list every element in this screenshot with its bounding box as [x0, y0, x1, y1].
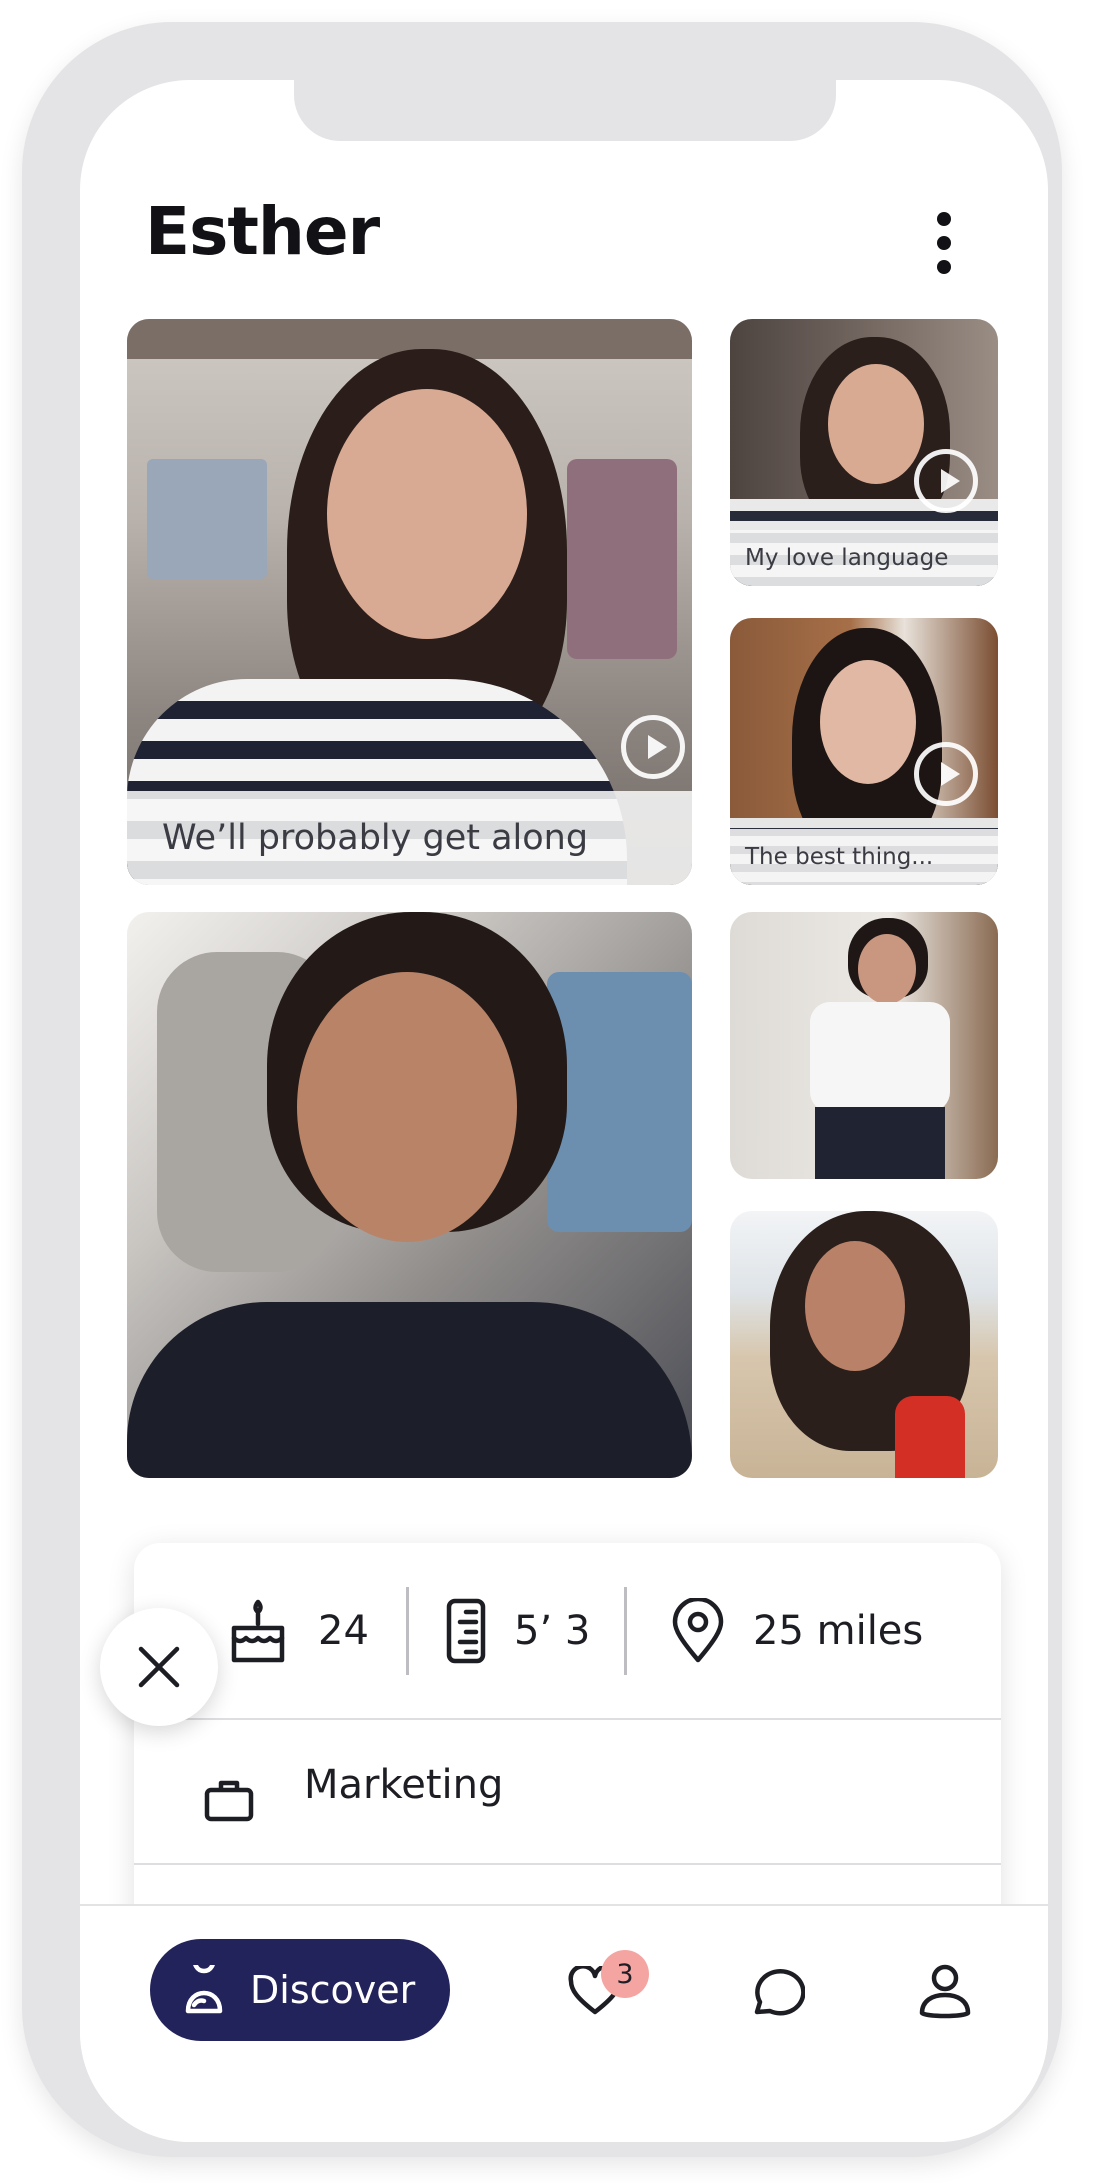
distance-value: 25 miles	[753, 1607, 924, 1654]
video-tile-love-language[interactable]: My love language	[730, 319, 998, 586]
profile-info-card: 24 5’ 3 25 miles Marketing	[134, 1543, 1001, 1963]
caption-bar: My love language	[730, 530, 998, 586]
briefcase-icon	[204, 1780, 254, 1822]
play-icon[interactable]	[914, 449, 978, 513]
photo-tile-tshirt[interactable]	[730, 912, 998, 1179]
dark-sweater	[127, 1302, 692, 1478]
profile-photo	[127, 912, 692, 1478]
phone-frame: Esther We’ll probably get along My love …	[22, 22, 1062, 2157]
video-caption: My love language	[745, 545, 949, 571]
age-stat: 24	[226, 1543, 369, 1718]
figures-decor	[567, 459, 677, 659]
height-stat: 5’ 3	[446, 1543, 590, 1718]
play-icon[interactable]	[914, 742, 978, 806]
caption-bar: The best thing...	[730, 829, 998, 885]
location-pin-icon	[672, 1597, 724, 1662]
likes-tab[interactable]: 3	[550, 1946, 649, 2036]
bottom-nav: Discover 3	[80, 1904, 1048, 2142]
stats-row: 24 5’ 3 25 miles	[134, 1543, 1001, 1718]
video-tile-best-thing[interactable]: The best thing...	[730, 618, 998, 885]
red-top	[895, 1396, 965, 1478]
photo-tile-car[interactable]	[127, 912, 692, 1478]
discover-label: Discover	[250, 1968, 416, 2012]
job-title: Marketing	[304, 1762, 504, 1808]
video-caption: The best thing...	[745, 844, 934, 870]
more-options-button[interactable]	[918, 198, 970, 288]
close-icon	[138, 1646, 180, 1688]
app-screen: Esther We’ll probably get along My love …	[80, 80, 1048, 2142]
job-row: Marketing	[134, 1720, 1001, 1860]
chats-tab[interactable]	[732, 1946, 822, 2036]
divider	[134, 1863, 1001, 1865]
white-tshirt	[810, 1002, 950, 1112]
stat-divider	[624, 1587, 627, 1675]
play-icon[interactable]	[621, 715, 685, 779]
video-tile-main[interactable]: We’ll probably get along	[127, 319, 692, 885]
age-value: 24	[318, 1607, 369, 1654]
stat-divider	[406, 1587, 409, 1675]
height-value: 5’ 3	[514, 1607, 591, 1654]
device-notch	[294, 80, 836, 141]
profile-icon	[919, 1964, 971, 2019]
distance-stat: 25 miles	[671, 1543, 923, 1718]
cake-icon	[231, 1599, 285, 1662]
video-caption: We’ll probably get along	[162, 818, 589, 858]
ruler-icon	[446, 1598, 486, 1663]
caption-bar: We’ll probably get along	[127, 791, 692, 885]
likes-badge: 3	[601, 1950, 649, 1998]
discover-tab[interactable]: Discover	[150, 1939, 450, 2041]
chat-bubble-icon	[754, 1969, 805, 2016]
photo-tile-beach[interactable]	[730, 1211, 998, 1478]
profile-photo	[730, 912, 998, 1179]
dismiss-button[interactable]	[100, 1608, 218, 1726]
car-window	[547, 972, 692, 1232]
poster-decor	[147, 459, 267, 579]
profile-photo	[730, 1211, 998, 1478]
more-vertical-icon	[937, 212, 951, 226]
profile-tab[interactable]	[900, 1946, 990, 2036]
discover-icon	[185, 1965, 223, 2014]
profile-name: Esther	[145, 193, 380, 270]
